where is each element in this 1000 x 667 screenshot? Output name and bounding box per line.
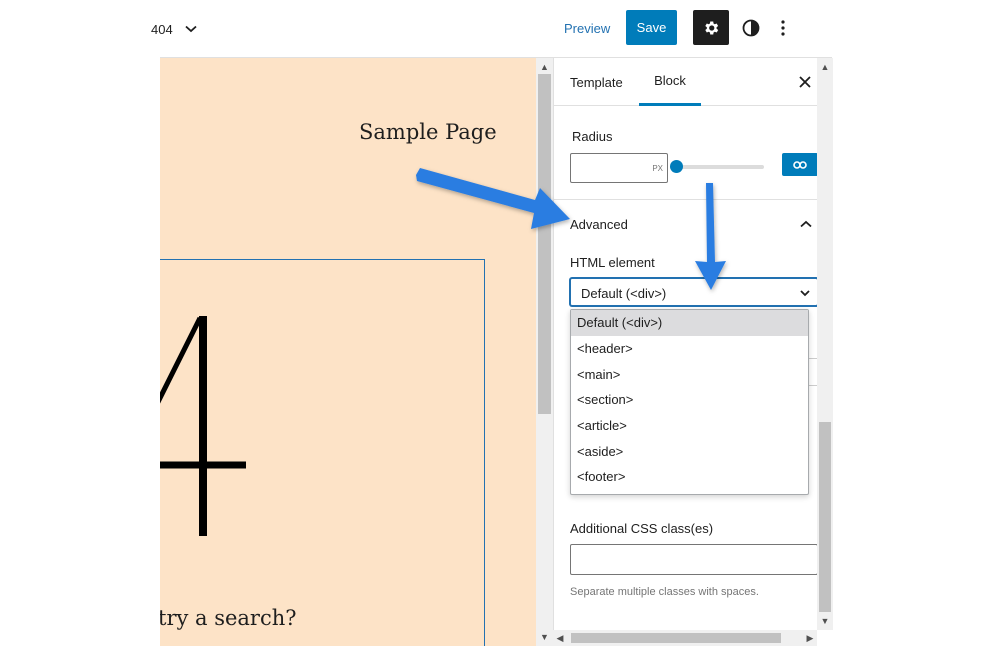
scroll-up-icon[interactable]: ▲ <box>536 60 553 74</box>
sidebar-scrollbar[interactable]: ▲ ▼ <box>817 58 833 630</box>
close-sidebar-button[interactable] <box>796 73 814 91</box>
radius-unit[interactable]: PX <box>652 164 663 173</box>
html-element-selected: Default (<div>) <box>581 286 667 301</box>
canvas-scrollbar[interactable]: ▲ ▼ <box>536 58 553 646</box>
save-button[interactable]: Save <box>626 10 677 45</box>
settings-button[interactable] <box>693 10 729 45</box>
sidebar-scroll-thumb[interactable] <box>819 422 831 612</box>
section-divider <box>554 199 817 200</box>
canvas-scroll-thumb[interactable] <box>538 74 551 414</box>
styles-button[interactable] <box>738 10 764 45</box>
dropdown-option[interactable]: <section> <box>571 387 808 413</box>
scroll-left-icon[interactable]: ◀ <box>553 631 567 645</box>
radius-input[interactable]: PX <box>570 153 668 183</box>
template-switcher[interactable]: 404 <box>151 19 197 39</box>
gear-icon <box>705 20 719 35</box>
chevron-down-icon <box>800 290 810 297</box>
tab-block[interactable]: Block <box>639 58 701 106</box>
search-hint-text: try a search? <box>160 606 297 630</box>
editor-toolbar: 404 Preview Save <box>151 0 832 58</box>
css-classes-help: Separate multiple classes with spaces. <box>570 586 759 598</box>
html-element-select[interactable]: Default (<div>) <box>570 278 817 306</box>
html-element-label: HTML element <box>570 255 655 270</box>
chevron-down-icon <box>185 25 197 33</box>
heading-404-fragment[interactable]: 4 <box>160 308 260 548</box>
options-button[interactable] <box>774 10 792 45</box>
advanced-panel-title[interactable]: Advanced <box>570 217 628 232</box>
tab-template[interactable]: Template <box>570 58 623 106</box>
advanced-toggle[interactable] <box>798 216 814 232</box>
dropdown-option[interactable]: <header> <box>571 336 808 362</box>
horizontal-scroll-thumb[interactable] <box>571 633 781 643</box>
dropdown-option[interactable]: <article> <box>571 413 808 439</box>
scroll-down-icon[interactable]: ▼ <box>536 630 553 644</box>
sidebar-horizontal-scrollbar[interactable]: ◀ ▶ <box>553 630 817 646</box>
dropdown-option[interactable]: <aside> <box>571 438 808 464</box>
dropdown-option[interactable]: Default (<div>) <box>571 310 808 336</box>
vertical-ellipsis-icon <box>781 19 785 36</box>
html-element-dropdown[interactable]: Default (<div>) <header> <main> <section… <box>570 309 809 495</box>
radius-label: Radius <box>572 129 613 144</box>
radius-slider-track[interactable] <box>676 165 764 169</box>
editor-canvas[interactable]: Sample Page 4 try a search? <box>160 58 536 646</box>
css-classes-input[interactable] <box>570 544 817 575</box>
link-icon <box>793 160 807 169</box>
contrast-icon <box>742 19 760 36</box>
chevron-up-icon <box>800 220 812 228</box>
dropdown-option[interactable]: <footer> <box>571 464 808 490</box>
scroll-down-icon[interactable]: ▼ <box>817 614 833 628</box>
unlink-sides-button[interactable] <box>782 153 817 176</box>
radius-slider-handle[interactable] <box>670 160 683 173</box>
sidebar-tabs: Template Block <box>554 58 817 106</box>
template-name: 404 <box>151 21 173 37</box>
site-title[interactable]: Sample Page <box>359 120 497 144</box>
scroll-right-icon[interactable]: ▶ <box>803 631 817 645</box>
close-icon <box>799 76 811 88</box>
scroll-up-icon[interactable]: ▲ <box>817 60 833 74</box>
dropdown-option[interactable]: <main> <box>571 361 808 387</box>
preview-button[interactable]: Preview <box>558 10 616 46</box>
css-classes-label: Additional CSS class(es) <box>570 521 714 536</box>
